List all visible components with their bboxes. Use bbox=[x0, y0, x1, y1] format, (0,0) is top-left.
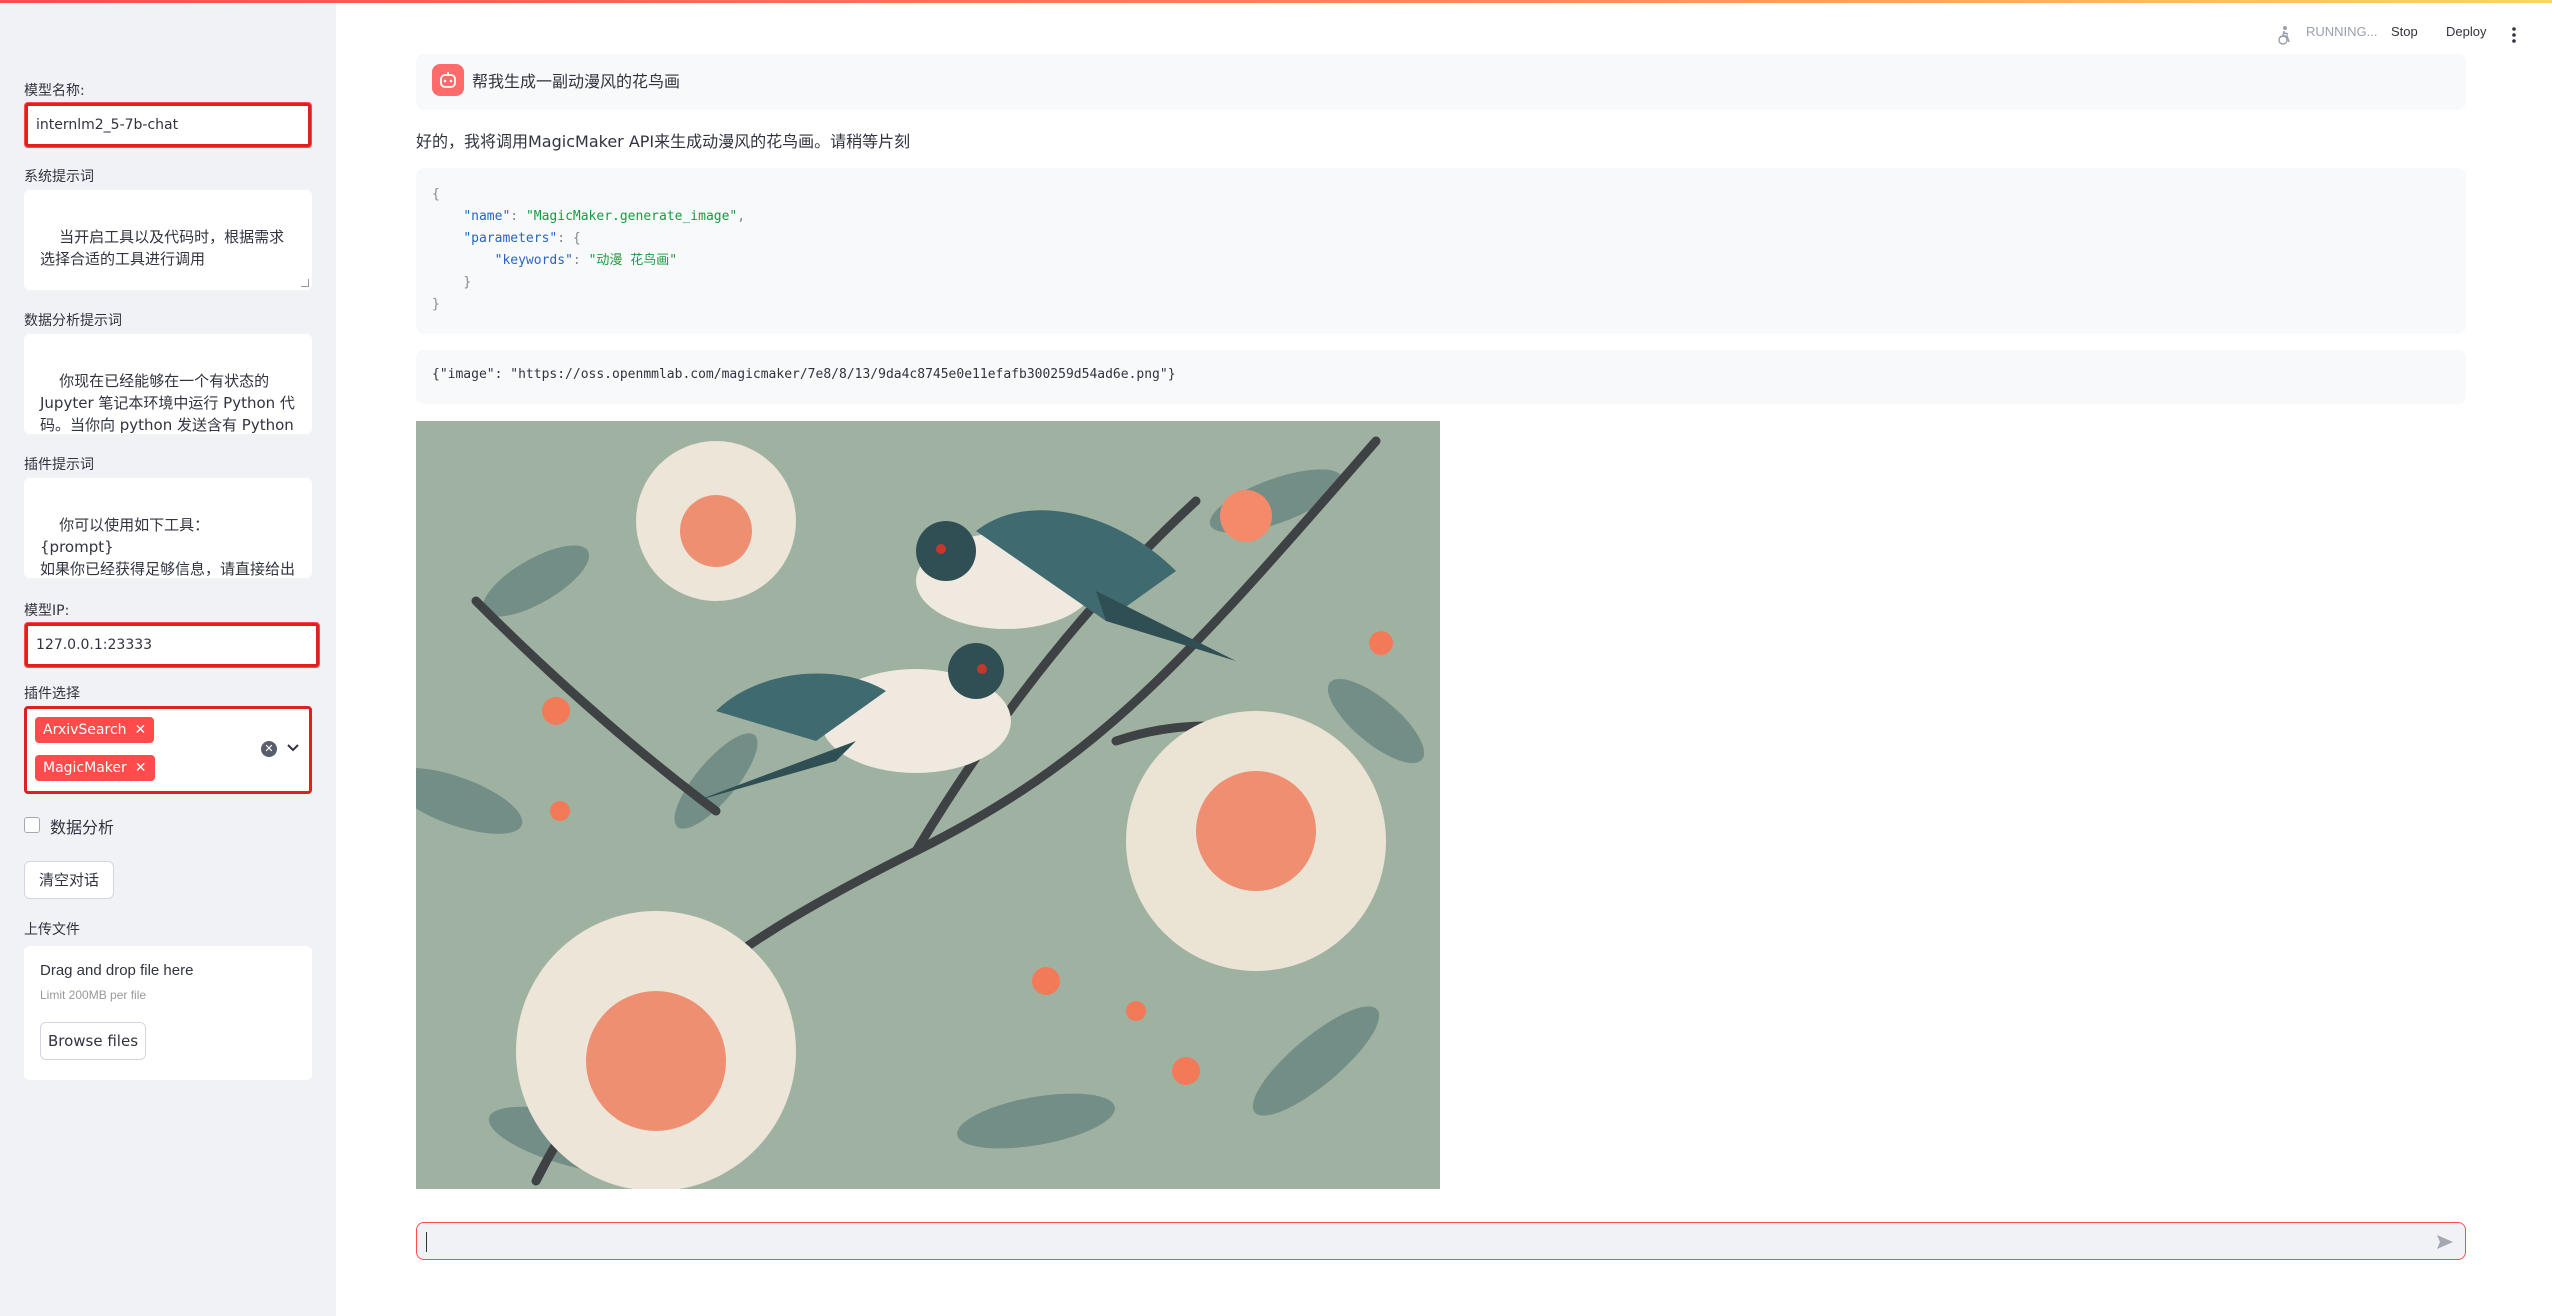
resize-grip-icon[interactable] bbox=[301, 279, 309, 287]
plugin-tag-label: ArxivSearch bbox=[43, 722, 127, 738]
system-prompt-text: 当开启工具以及代码时，根据需求选择合适的工具进行调用 bbox=[40, 228, 285, 268]
code-value: "动漫 花鸟画" bbox=[588, 253, 678, 268]
clear-all-icon[interactable]: ✕ bbox=[261, 741, 277, 757]
data-analysis-checkbox[interactable] bbox=[24, 817, 40, 833]
user-message: 帮我生成一副动漫风的花鸟画 bbox=[416, 54, 2466, 110]
code-key: "keywords" bbox=[494, 253, 573, 268]
code-value: "MagicMaker.generate_image" bbox=[525, 209, 738, 224]
running-status: RUNNING... bbox=[2306, 24, 2378, 39]
tool-call-code-block: { "name": "MagicMaker.generate_image", "… bbox=[416, 168, 2466, 334]
plugin-prompt-label: 插件提示词 bbox=[24, 457, 94, 473]
data-analysis-checkbox-label: 数据分析 bbox=[50, 818, 115, 837]
browse-files-button[interactable]: Browse files bbox=[40, 1022, 146, 1060]
plugin-tag-label: MagicMaker bbox=[43, 760, 127, 776]
upload-label: 上传文件 bbox=[24, 922, 80, 938]
data-analysis-prompt-text: 你现在已经能够在一个有状态的 Jupyter 笔记本环境中运行 Python 代… bbox=[40, 372, 295, 434]
plugin-prompt-text: 你可以使用如下工具： {prompt} 如果你已经获得足够信息，请直接给出答案.… bbox=[40, 516, 296, 578]
text-caret bbox=[426, 1232, 427, 1252]
user-message-text: 帮我生成一副动漫风的花鸟画 bbox=[472, 72, 681, 91]
stop-button[interactable]: Stop bbox=[2391, 24, 2418, 39]
chevron-down-icon[interactable] bbox=[285, 739, 301, 755]
file-uploader-dropzone[interactable]: Drag and drop file here Limit 200MB per … bbox=[24, 946, 312, 1080]
remove-tag-icon[interactable]: ✕ bbox=[135, 760, 147, 776]
data-analysis-prompt-label: 数据分析提示词 bbox=[24, 313, 122, 329]
model-name-label: 模型名称: bbox=[24, 83, 85, 99]
running-figure-icon bbox=[2278, 26, 2290, 45]
uploader-limit: Limit 200MB per file bbox=[40, 988, 147, 1002]
plugin-prompt-textarea[interactable]: 你可以使用如下工具： {prompt} 如果你已经获得足够信息，请直接给出答案.… bbox=[24, 478, 312, 578]
send-icon[interactable] bbox=[2435, 1232, 2455, 1252]
system-prompt-label: 系统提示词 bbox=[24, 169, 94, 185]
model-name-input[interactable]: internlm2_5-7b-chat bbox=[24, 102, 312, 148]
deploy-button[interactable]: Deploy bbox=[2446, 24, 2486, 39]
model-ip-input[interactable]: 127.0.0.1:23333 bbox=[24, 622, 320, 668]
plugin-tag-arxivsearch[interactable]: ArxivSearch ✕ bbox=[35, 717, 155, 743]
tool-result-block: {"image": "https://oss.openmmlab.com/mag… bbox=[416, 350, 2466, 404]
remove-tag-icon[interactable]: ✕ bbox=[135, 722, 147, 738]
sidebar: 模型名称: internlm2_5-7b-chat 系统提示词 当开启工具以及代… bbox=[0, 0, 336, 1316]
uploader-title: Drag and drop file here bbox=[40, 962, 194, 979]
generated-image bbox=[416, 421, 1440, 1189]
plugin-select-label: 插件选择 bbox=[24, 686, 80, 702]
code-key: "parameters" bbox=[463, 231, 558, 246]
system-prompt-textarea[interactable]: 当开启工具以及代码时，根据需求选择合适的工具进行调用 bbox=[24, 190, 312, 290]
data-analysis-prompt-textarea[interactable]: 你现在已经能够在一个有状态的 Jupyter 笔记本环境中运行 Python 代… bbox=[24, 334, 312, 434]
model-ip-label: 模型IP: bbox=[24, 603, 70, 619]
top-decoration-bar bbox=[0, 0, 2552, 3]
kebab-menu-icon[interactable] bbox=[2508, 26, 2520, 44]
assistant-message: 好的，我将调用MagicMaker API来生成动漫风的花鸟画。请稍等片刻 bbox=[416, 132, 911, 151]
plugin-tag-magicmaker[interactable]: MagicMaker ✕ bbox=[35, 755, 155, 781]
chat-input[interactable] bbox=[416, 1222, 2466, 1260]
clear-chat-button[interactable]: 清空对话 bbox=[24, 861, 114, 899]
plugin-multiselect[interactable]: ArxivSearch ✕ MagicMaker ✕ ✕ bbox=[24, 706, 312, 794]
robot-avatar-icon bbox=[432, 64, 464, 96]
code-key: "name" bbox=[463, 209, 511, 224]
